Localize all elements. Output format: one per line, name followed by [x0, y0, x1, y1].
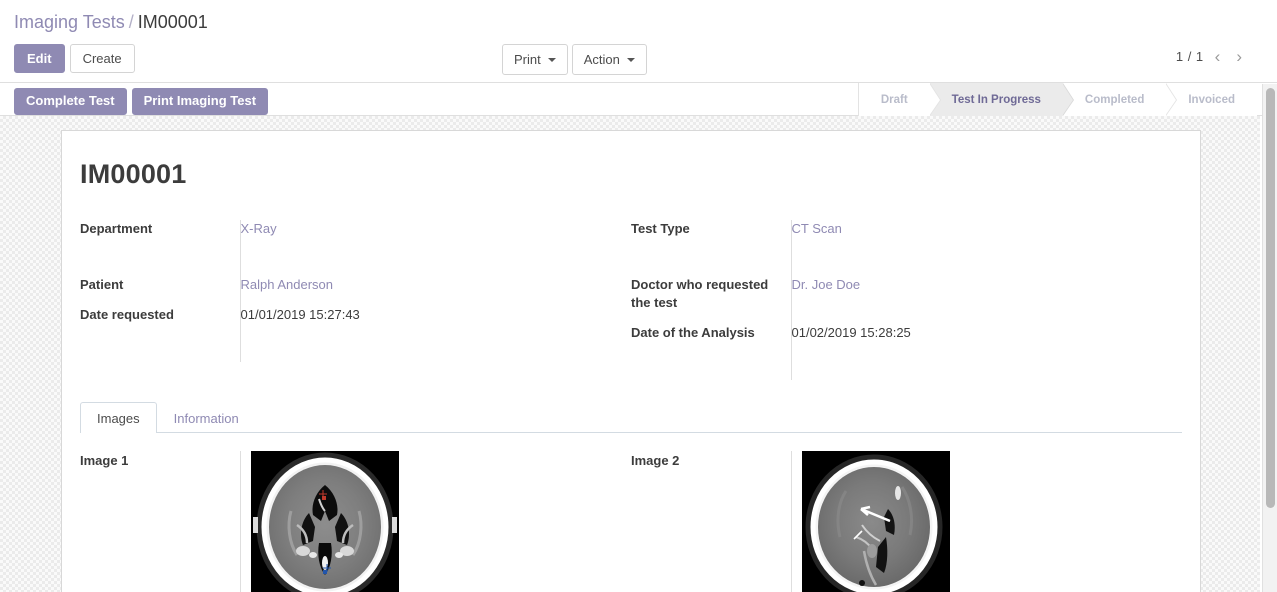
status-stage-completed[interactable]: Completed — [1062, 83, 1178, 116]
print-label: Print — [514, 52, 541, 67]
department-value[interactable]: X-Ray — [241, 221, 277, 236]
requesting-doctor-value-cell: Dr. Joe Doe — [790, 276, 1182, 324]
control-panel: Imaging Tests / IM00001 Edit Create Print … — [0, 0, 1277, 82]
tab-information[interactable]: Information — [157, 402, 256, 433]
spacer-value-cell — [790, 250, 1182, 276]
vertical-scrollbar[interactable] — [1262, 84, 1277, 592]
analysis-date-value: 01/02/2019 15:28:25 — [791, 325, 911, 340]
notebook: Images Information Image 1 Image 2 — [80, 402, 1182, 592]
patient-value-cell: Ralph Anderson — [239, 276, 603, 306]
field-spacer — [631, 354, 1182, 380]
test-type-value-cell: CT Scan — [790, 220, 1182, 250]
requesting-doctor-value[interactable]: Dr. Joe Doe — [792, 277, 861, 292]
create-button[interactable]: Create — [69, 44, 135, 73]
status-bar-row: Complete Test Print Imaging Test Draft T… — [0, 82, 1277, 116]
field-spacer — [631, 250, 1182, 276]
field-row-test-type: Test Type CT Scan — [631, 220, 1182, 250]
image-2-label: Image 2 — [631, 453, 680, 468]
pager-next-icon[interactable]: › — [1231, 48, 1247, 65]
patient-value[interactable]: Ralph Anderson — [241, 277, 334, 292]
status-stage-label: Completed — [1084, 93, 1145, 106]
record-actions: Edit Create — [14, 44, 135, 73]
form-sheet: IM00001 Department X-Ray Patient Ralph A… — [61, 130, 1201, 592]
breadcrumb-current: IM00001 — [137, 12, 208, 32]
field-spacer — [80, 250, 603, 276]
tab-images[interactable]: Images — [80, 402, 157, 433]
status-bar: Draft Test In Progress Completed Invoice… — [857, 83, 1257, 116]
odoo-form-view: Imaging Tests / IM00001 Edit Create Print … — [0, 0, 1277, 592]
form-group-left: Department X-Ray Patient Ralph Anderson … — [80, 220, 631, 380]
spacer-value-cell — [239, 336, 603, 362]
stage-chevron-fill — [1061, 83, 1073, 116]
test-type-value[interactable]: CT Scan — [792, 221, 842, 236]
status-stage-invoiced[interactable]: Invoiced — [1166, 83, 1257, 116]
field-row-date-requested: Date requested 01/01/2019 15:27:43 — [80, 306, 603, 336]
field-row-department: Department X-Ray — [80, 220, 603, 250]
breadcrumb-root-link[interactable]: Imaging Tests — [14, 12, 125, 32]
field-row-patient: Patient Ralph Anderson — [80, 276, 603, 306]
pager-previous-icon[interactable]: ‹ — [1210, 48, 1226, 65]
breadcrumb-separator: / — [128, 12, 134, 32]
form-group-right: Test Type CT Scan Doctor who requested t… — [631, 220, 1182, 380]
stage-chevron-fill — [928, 83, 940, 116]
print-imaging-test-button[interactable]: Print Imaging Test — [131, 88, 269, 115]
ct-brain-scan-image-2[interactable] — [802, 451, 950, 592]
chevron-down-icon — [626, 57, 635, 62]
action-label: Action — [583, 52, 620, 67]
edit-button[interactable]: Edit — [14, 44, 65, 73]
image-2-wrapper — [791, 451, 950, 592]
field-row-requesting-doctor: Doctor who requested the test Dr. Joe Do… — [631, 276, 1182, 324]
dropdown-actions: Print Action — [502, 44, 647, 75]
spacer-label-cell — [80, 336, 240, 362]
date-requested-value-cell: 01/01/2019 15:27:43 — [239, 306, 603, 336]
image-field-2: Image 2 — [631, 451, 1182, 592]
page-title: IM00001 — [80, 159, 187, 189]
date-requested-label: Date requested — [80, 307, 174, 322]
status-stage-label: Draft — [880, 93, 908, 106]
date-requested-value: 01/01/2019 15:27:43 — [240, 307, 360, 322]
action-dropdown[interactable]: Action — [571, 44, 647, 75]
spacer-label-cell — [631, 250, 791, 276]
analysis-date-label: Date of the Analysis — [631, 325, 755, 340]
sheet-background: IM00001 Department X-Ray Patient Ralph A… — [0, 116, 1260, 592]
image-field-1: Image 1 — [80, 451, 631, 592]
spacer-label-cell — [80, 250, 240, 276]
spacer-value-cell — [790, 354, 1182, 380]
vertical-scrollbar-thumb[interactable] — [1266, 88, 1275, 508]
spacer-label-cell — [631, 354, 791, 380]
patient-label: Patient — [80, 277, 124, 292]
tab-pane-images: Image 1 Image 2 — [80, 433, 1182, 592]
spacer-value-cell — [239, 250, 603, 276]
print-dropdown[interactable]: Print — [502, 44, 568, 75]
status-stage-label: Invoiced — [1188, 93, 1235, 106]
field-row-analysis-date: Date of the Analysis 01/02/2019 15:28:25 — [631, 324, 1182, 354]
status-stage-test-in-progress[interactable]: Test In Progress — [929, 83, 1074, 116]
workflow-buttons: Complete Test Print Imaging Test — [14, 88, 269, 115]
notebook-tabs: Images Information — [80, 402, 1182, 433]
test-type-label: Test Type — [631, 221, 690, 236]
pager-count: 1 / 1 — [1175, 49, 1204, 64]
form-field-groups: Department X-Ray Patient Ralph Anderson … — [80, 220, 1182, 380]
requesting-doctor-label: Doctor who requested the test — [631, 277, 769, 310]
status-stage-draft[interactable]: Draft — [858, 83, 941, 116]
images-row: Image 1 Image 2 — [80, 451, 1182, 592]
breadcrumb: Imaging Tests / IM00001 — [14, 8, 1263, 36]
chevron-down-icon — [547, 57, 556, 62]
complete-test-button[interactable]: Complete Test — [14, 88, 127, 115]
control-panel-buttons: Edit Create Print Action 1 / 1 ‹ › — [14, 40, 1263, 80]
status-stage-label: Test In Progress — [951, 93, 1041, 106]
analysis-date-value-cell: 01/02/2019 15:28:25 — [790, 324, 1182, 354]
department-value-cell: X-Ray — [239, 220, 603, 250]
department-label: Department — [80, 221, 153, 236]
field-spacer — [80, 336, 603, 362]
image-1-label: Image 1 — [80, 453, 129, 468]
pager: 1 / 1 ‹ › — [1176, 48, 1247, 65]
ct-brain-scan-image-1[interactable] — [251, 451, 399, 592]
stage-chevron-fill — [1165, 83, 1177, 116]
image-1-wrapper — [240, 451, 399, 592]
